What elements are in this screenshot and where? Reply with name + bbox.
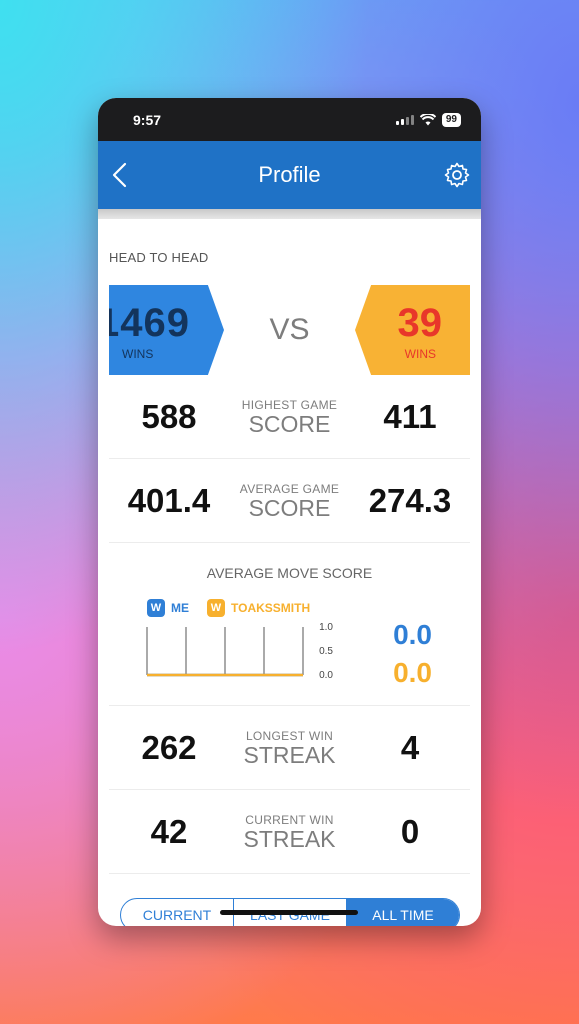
nav-shadow: [98, 209, 481, 219]
stat-label-small: HIGHEST GAME: [241, 397, 338, 412]
opponent-average-score: 274.3: [368, 481, 452, 519]
me-legend-name: ME: [171, 601, 189, 615]
stat-label: LONGEST WIN STREAK: [229, 729, 350, 767]
opponent-current-streak: 0: [400, 812, 420, 850]
head-to-head: 1469 WINS VS 39 WINS: [109, 285, 470, 375]
stat-label-big: STREAK: [243, 825, 336, 852]
my-wins-label: WINS: [122, 347, 154, 361]
back-chevron-icon[interactable]: [108, 161, 132, 189]
y-tick-label: 0.5: [319, 646, 333, 657]
longest-streak-row: 262 LONGEST WIN STREAK 4: [109, 706, 470, 790]
opponent-move-score: 0.0: [393, 657, 432, 688]
gear-icon[interactable]: [443, 161, 471, 189]
average-score-row: 401.4 AVERAGE GAME SCORE 274.3: [109, 459, 470, 543]
nav-bar: Profile: [98, 141, 481, 209]
move-score-chart: 1.0 0.5 0.0: [146, 623, 333, 681]
average-move-score-section: AVERAGE MOVE SCORE W ME W TOAKSSMITH 1.0…: [109, 543, 470, 706]
opponent-legend-chip: W: [207, 599, 225, 617]
head-to-head-label: HEAD TO HEAD: [109, 250, 209, 265]
me-legend-chip: W: [147, 599, 165, 617]
chart-legend: W ME W TOAKSSMITH: [147, 599, 322, 617]
my-highest-score: 588: [141, 397, 197, 435]
my-move-score: 0.0: [393, 619, 432, 650]
opponent-wins-count: 39: [397, 301, 443, 345]
opponent-wins-label: WINS: [404, 347, 436, 361]
stat-label: HIGHEST GAME SCORE: [229, 398, 350, 436]
battery-icon: 99: [441, 112, 461, 127]
move-score-title: AVERAGE MOVE SCORE: [206, 565, 373, 581]
page-title: Profile: [258, 162, 321, 187]
stat-label-small: CURRENT WIN: [245, 812, 334, 827]
stat-label-big: SCORE: [248, 494, 331, 521]
current-streak-row: 42 CURRENT WIN STREAK 0: [109, 790, 470, 874]
opponent-wins-badge: 39 WINS: [355, 285, 470, 375]
status-bar: 9:57 99: [98, 98, 481, 141]
tab-current[interactable]: CURRENT: [121, 899, 234, 926]
home-indicator: [220, 910, 358, 915]
stat-label-small: LONGEST WIN: [245, 728, 334, 743]
opponent-highest-score: 411: [383, 397, 437, 435]
opponent-longest-streak: 4: [400, 728, 420, 766]
stat-label: AVERAGE GAME SCORE: [229, 482, 350, 520]
opponent-legend-name: TOAKSSMITH: [231, 601, 311, 615]
phone-screen: 9:57 99 Profile HEAD TO HEAD 1469 WINS: [98, 98, 481, 926]
wifi-icon: [419, 113, 436, 125]
stat-label-big: SCORE: [248, 410, 331, 437]
my-longest-streak: 262: [141, 728, 197, 766]
highest-score-row: 588 HIGHEST GAME SCORE 411: [109, 375, 470, 459]
stat-label: CURRENT WIN STREAK: [229, 813, 350, 851]
status-time: 9:57: [133, 111, 162, 128]
tab-all-time[interactable]: ALL TIME: [347, 899, 459, 926]
y-tick-label: 1.0: [319, 623, 333, 633]
profile-content: HEAD TO HEAD 1469 WINS VS 39 WINS 588 HI…: [98, 250, 481, 874]
y-tick-label: 0.0: [319, 670, 333, 681]
my-average-score: 401.4: [127, 481, 211, 519]
stat-label-small: AVERAGE GAME: [239, 481, 340, 496]
stat-label-big: STREAK: [243, 741, 336, 768]
signal-icon: [395, 114, 414, 125]
status-icons: 99: [395, 112, 461, 127]
my-current-streak: 42: [150, 812, 188, 850]
